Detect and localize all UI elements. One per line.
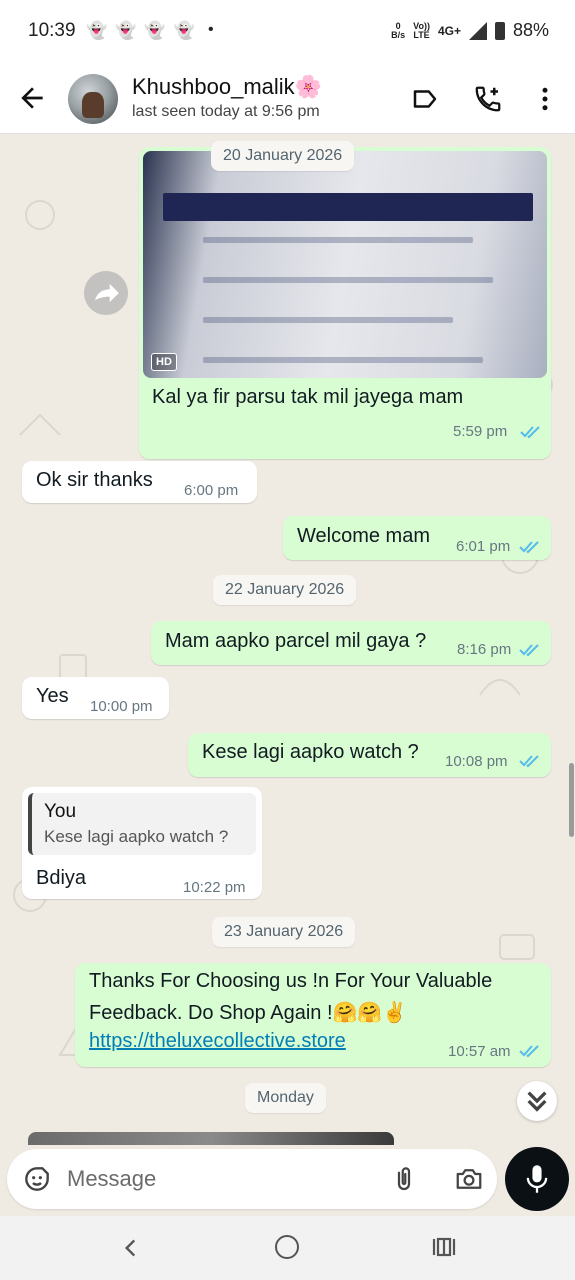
shipment-screenshot-image[interactable]: HD bbox=[143, 151, 547, 378]
message-text: Welcome mam bbox=[297, 525, 430, 547]
nav-home-icon[interactable] bbox=[275, 1235, 299, 1259]
read-ticks-icon bbox=[519, 541, 539, 554]
camera-icon[interactable] bbox=[453, 1164, 485, 1194]
voice-message-button[interactable] bbox=[505, 1147, 569, 1211]
snapchat-icon: 👻 bbox=[115, 21, 145, 40]
add-call-icon[interactable] bbox=[473, 84, 503, 114]
date-separator: 22 January 2026 bbox=[213, 575, 357, 605]
outgoing-message-bubble[interactable]: Mam aapko parcel mil gaya ? 8:16 pm bbox=[151, 621, 551, 665]
snapchat-icon: 👻 bbox=[144, 21, 174, 40]
message-text-line1: Thanks For Choosing us !n For Your Valua… bbox=[89, 970, 493, 992]
incoming-reply-bubble[interactable]: You Kese lagi aapko watch ? Bdiya 10:22 … bbox=[22, 787, 262, 899]
nav-back-icon[interactable] bbox=[118, 1234, 144, 1262]
signal-icon bbox=[468, 21, 487, 40]
quoted-message[interactable]: You Kese lagi aapko watch ? bbox=[28, 793, 256, 855]
partial-image-preview[interactable] bbox=[28, 1132, 394, 1145]
double-chevron-down-icon bbox=[527, 1091, 547, 1112]
message-time: 6:01 pm bbox=[456, 538, 511, 555]
message-input[interactable] bbox=[67, 1164, 367, 1194]
scrollbar[interactable] bbox=[569, 763, 574, 837]
message-text: Yes bbox=[36, 685, 69, 707]
message-time: 5:59 pm bbox=[453, 423, 508, 440]
contact-name[interactable]: Khushboo_malik🌸 bbox=[132, 74, 322, 100]
outgoing-message-bubble[interactable]: Welcome mam 6:01 pm bbox=[283, 516, 551, 560]
message-link[interactable]: https://theluxecollective.store bbox=[89, 1030, 346, 1053]
forward-button[interactable] bbox=[84, 271, 128, 315]
avatar[interactable] bbox=[68, 74, 118, 124]
read-ticks-icon bbox=[519, 755, 539, 768]
forward-icon bbox=[95, 283, 119, 303]
status-bar: 10:39 👻👻👻👻 • 0 B/s Vo)) LTE 4G+ 88% bbox=[0, 0, 575, 62]
volte-indicator: Vo)) LTE bbox=[413, 20, 430, 40]
message-time: 6:00 pm bbox=[184, 482, 239, 499]
read-ticks-icon bbox=[519, 1045, 539, 1058]
status-time: 10:39 bbox=[28, 20, 76, 41]
read-ticks-icon bbox=[519, 644, 539, 657]
snapchat-icon: 👻 bbox=[173, 21, 203, 40]
incoming-message-bubble[interactable]: Ok sir thanks 6:00 pm bbox=[22, 461, 257, 503]
image-message-bubble[interactable]: HD Kal ya fir parsu tak mil jayega mam 5… bbox=[139, 147, 551, 459]
message-time: 10:22 pm bbox=[183, 879, 246, 896]
message-text: Mam aapko parcel mil gaya ? bbox=[165, 630, 427, 652]
message-text: Kese lagi aapko watch ? bbox=[202, 741, 419, 763]
battery-percent: 88% bbox=[512, 20, 549, 40]
attach-icon[interactable] bbox=[389, 1163, 419, 1195]
outgoing-message-bubble[interactable]: Kese lagi aapko watch ? 10:08 pm bbox=[188, 733, 551, 777]
last-seen-status: last seen today at 9:56 pm bbox=[132, 103, 320, 120]
snapchat-notification-icons: 👻👻👻👻 bbox=[86, 21, 203, 41]
more-notifications-dot: • bbox=[208, 21, 214, 38]
quote-text: Kese lagi aapko watch ? bbox=[44, 827, 229, 846]
hd-badge: HD bbox=[151, 353, 177, 371]
back-arrow-icon[interactable] bbox=[16, 82, 48, 114]
system-nav-bar bbox=[0, 1216, 575, 1280]
message-composer bbox=[7, 1149, 497, 1209]
snapchat-icon: 👻 bbox=[86, 21, 116, 40]
message-text: Kal ya fir parsu tak mil jayega mam bbox=[152, 386, 464, 408]
date-separator: Monday bbox=[245, 1083, 326, 1113]
outgoing-message-bubble[interactable]: Thanks For Choosing us !n For Your Valua… bbox=[75, 963, 551, 1067]
quote-author: You bbox=[44, 801, 77, 822]
message-text: Bdiya bbox=[36, 867, 87, 889]
message-time: 8:16 pm bbox=[457, 641, 512, 658]
battery-icon bbox=[494, 21, 505, 40]
data-speed: 0 B/s bbox=[391, 20, 406, 40]
image-table-header bbox=[163, 193, 533, 221]
chat-header: Khushboo_malik🌸 last seen today at 9:56 … bbox=[0, 62, 575, 134]
message-time: 10:00 pm bbox=[90, 698, 153, 715]
date-separator: 23 January 2026 bbox=[212, 917, 356, 947]
microphone-icon bbox=[526, 1165, 548, 1193]
read-ticks-icon bbox=[520, 426, 540, 439]
chat-area[interactable]: HD Kal ya fir parsu tak mil jayega mam 5… bbox=[0, 135, 575, 1145]
network-type: 4G+ bbox=[437, 23, 461, 38]
message-text: Ok sir thanks bbox=[36, 469, 153, 491]
nav-recents-icon[interactable] bbox=[431, 1235, 457, 1259]
message-time: 10:08 pm bbox=[445, 753, 508, 770]
message-time: 10:57 am bbox=[448, 1043, 511, 1060]
incoming-message-bubble[interactable]: Yes 10:00 pm bbox=[22, 677, 169, 719]
scroll-to-bottom-button[interactable] bbox=[517, 1081, 557, 1121]
sticker-emoji-icon[interactable] bbox=[21, 1163, 53, 1195]
date-separator: 20 January 2026 bbox=[211, 141, 355, 171]
message-text-line2: Feedback. Do Shop Again !🤗🤗✌️ bbox=[89, 1002, 408, 1024]
status-indicators: 0 B/s Vo)) LTE 4G+ 88% bbox=[391, 20, 549, 41]
label-icon[interactable] bbox=[410, 84, 440, 114]
more-options-icon[interactable] bbox=[530, 84, 560, 114]
